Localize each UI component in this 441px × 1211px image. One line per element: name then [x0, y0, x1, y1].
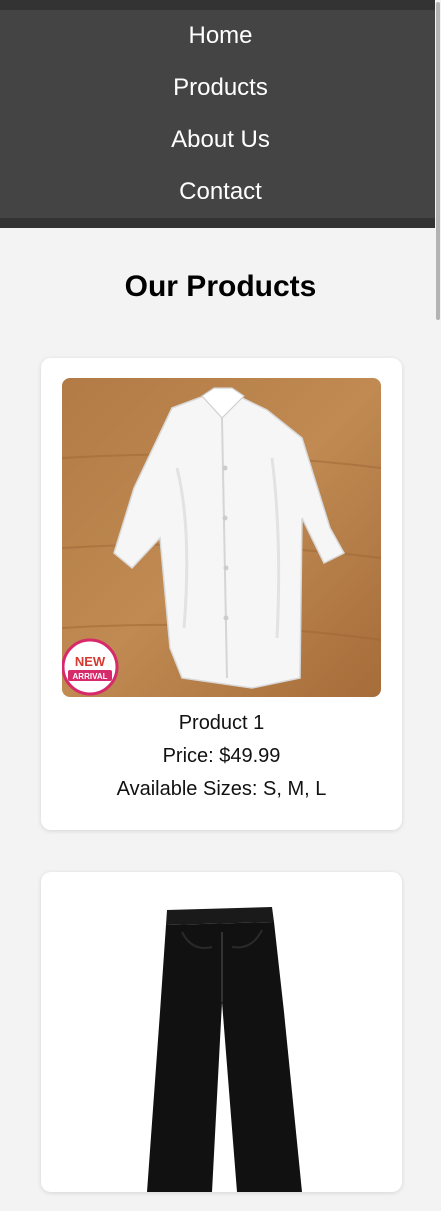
black-pants-image	[62, 892, 381, 1192]
svg-text:NEW: NEW	[75, 654, 106, 669]
product-card	[41, 872, 402, 1192]
nav-bottom-strip	[0, 218, 441, 228]
svg-text:ARRIVAL: ARRIVAL	[73, 672, 108, 681]
product-name: Product 1	[178, 712, 265, 734]
main-navigation: Home Products About Us Contact	[0, 10, 441, 218]
top-strip	[0, 0, 441, 10]
page-title: Our Products	[124, 270, 317, 303]
scrollbar[interactable]	[435, 0, 441, 1160]
product-sizes: Available Sizes: S, M, L	[116, 778, 327, 800]
nav-link-home[interactable]: Home	[188, 10, 252, 62]
product-image: NEW ARRIVAL	[62, 378, 381, 697]
product-image	[62, 892, 381, 1211]
new-arrival-badge: NEW ARRIVAL	[62, 638, 119, 696]
product-price: Price: $49.99	[162, 745, 281, 767]
nav-link-products[interactable]: Products	[173, 62, 268, 114]
white-shirt-image: NEW ARRIVAL	[62, 378, 381, 697]
nav-link-contact[interactable]: Contact	[179, 166, 262, 218]
product-card: NEW ARRIVAL Product 1 Price: $49.99 Avai…	[41, 358, 402, 830]
nav-link-about-us[interactable]: About Us	[171, 114, 270, 166]
